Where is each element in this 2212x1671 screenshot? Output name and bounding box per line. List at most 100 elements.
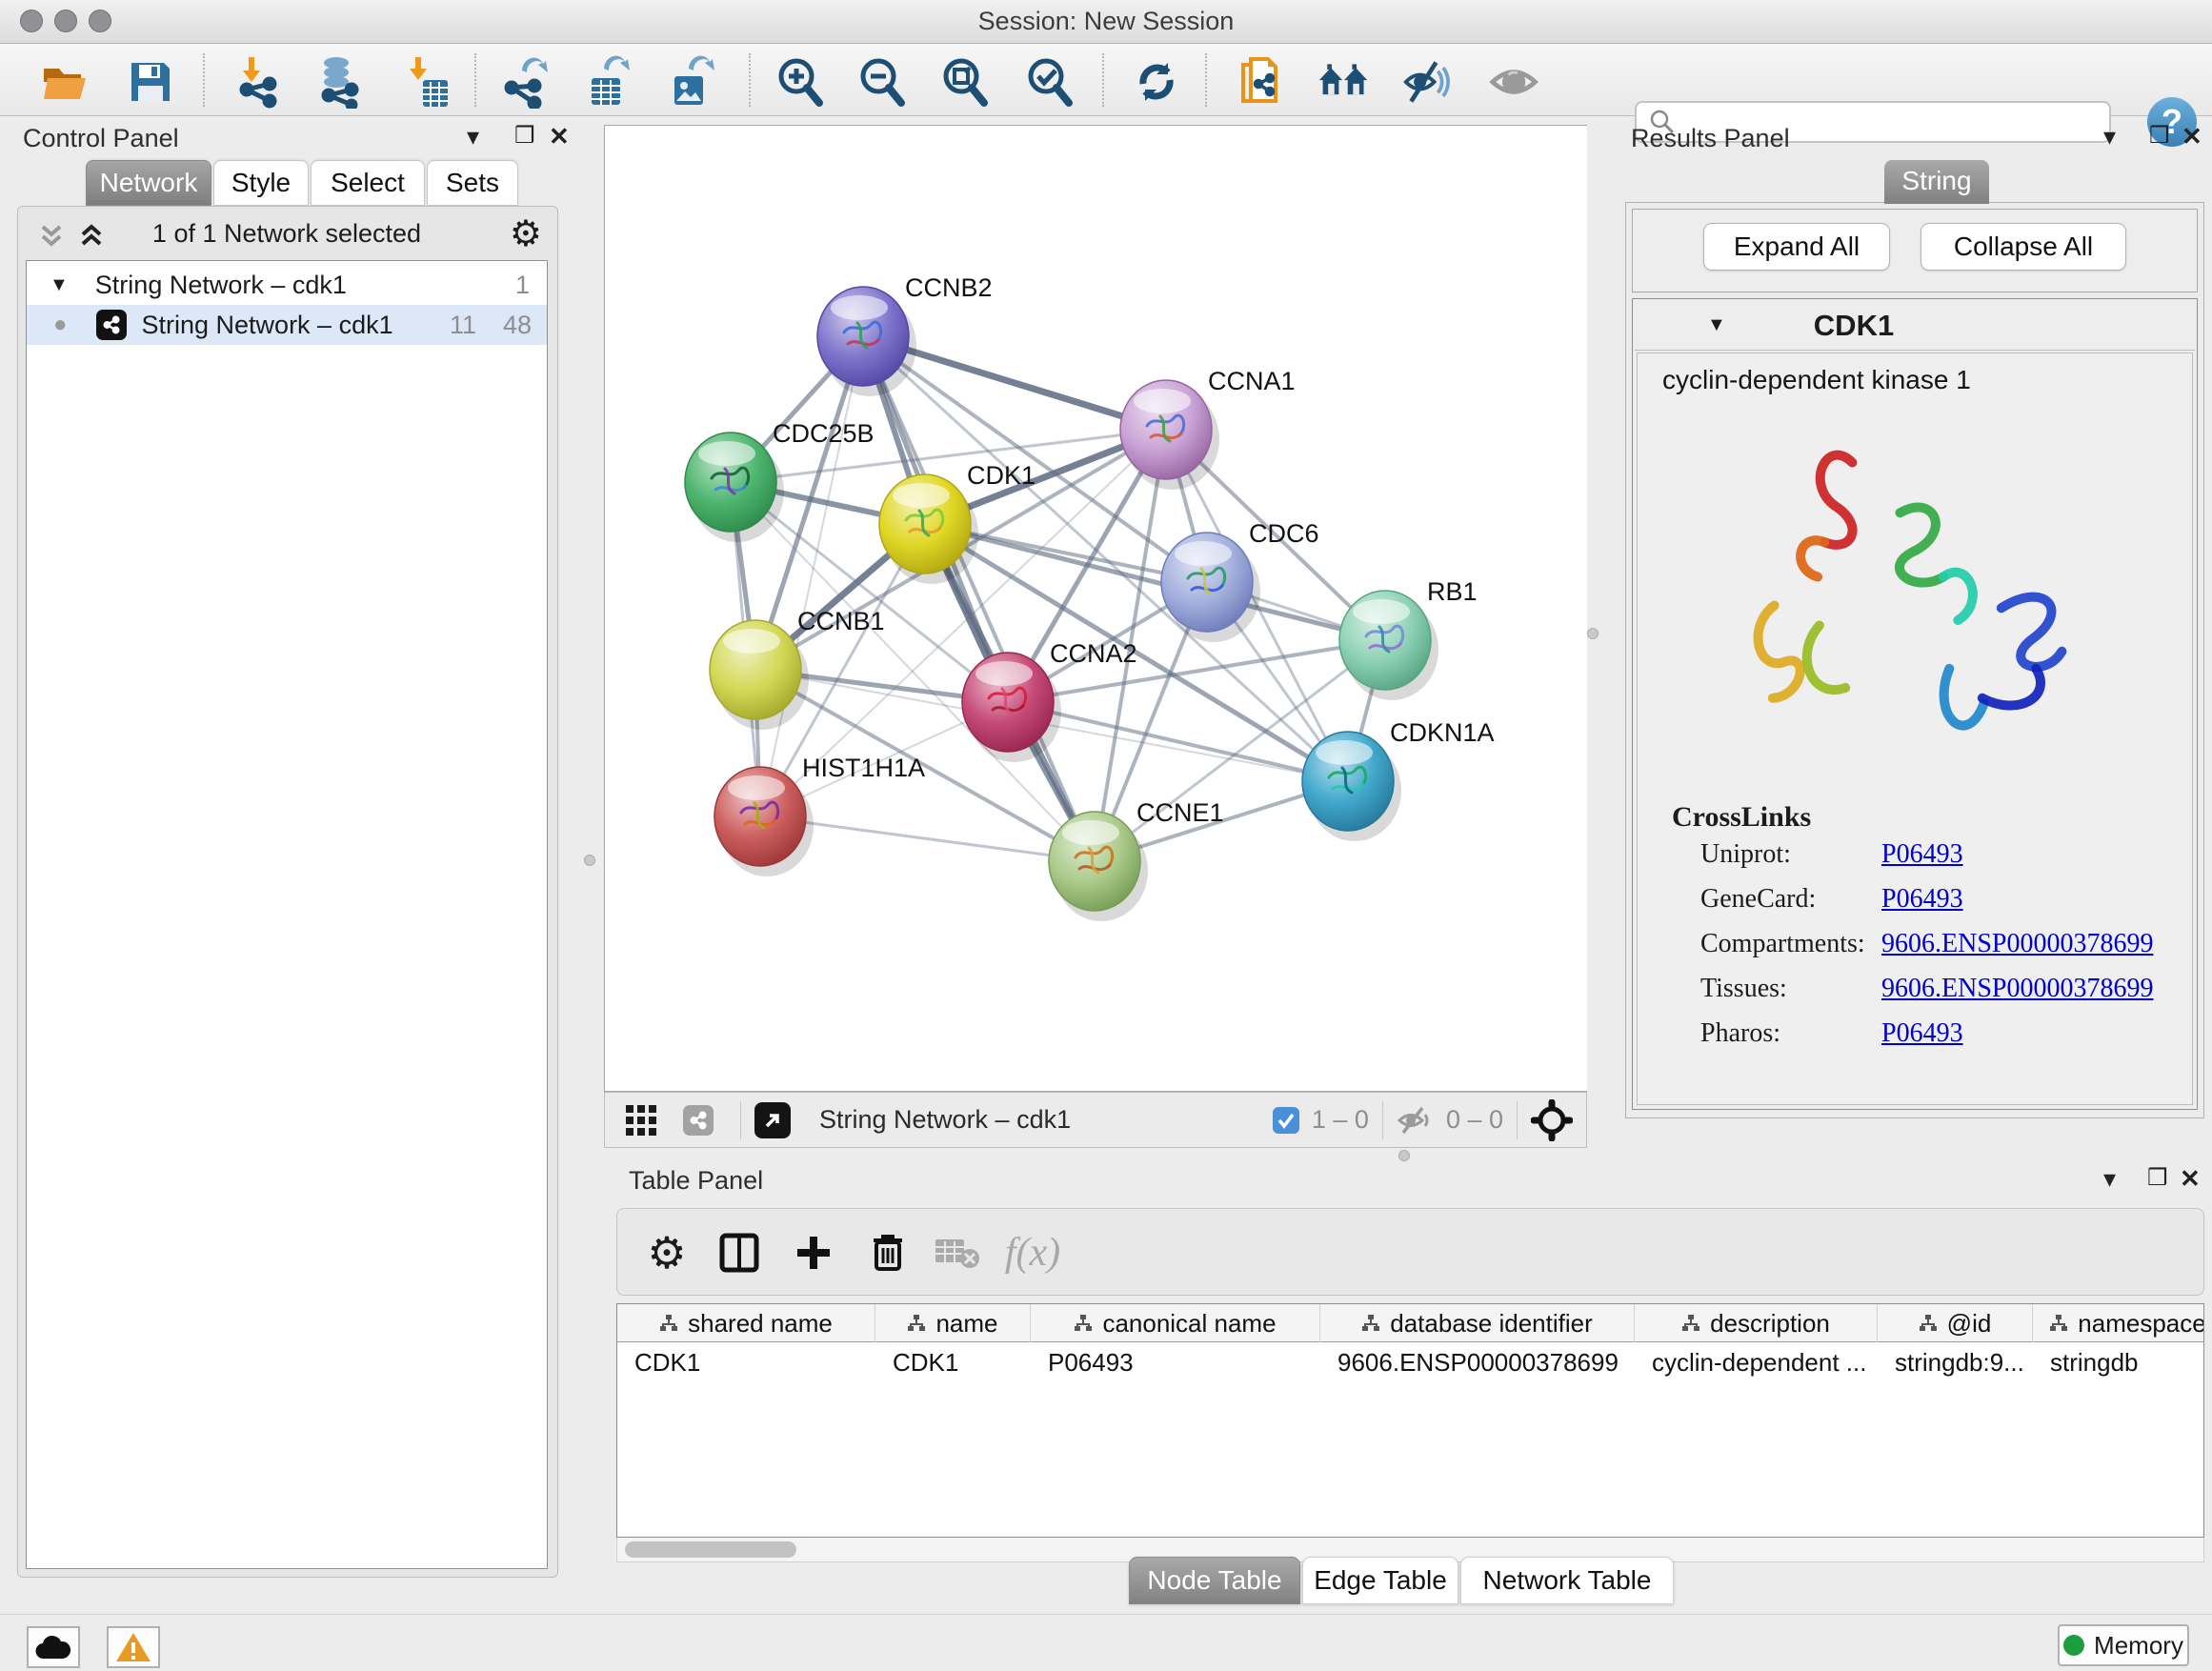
network-node-ccna2[interactable]: CCNA2 (962, 639, 1137, 762)
delete-column-icon[interactable] (859, 1209, 916, 1297)
panel-float-icon[interactable]: ❒ (514, 122, 535, 150)
tab-node-table[interactable]: Node Table (1129, 1557, 1300, 1604)
detach-view-icon[interactable] (754, 1102, 791, 1138)
tab-network-table[interactable]: Network Table (1460, 1557, 1674, 1604)
hide-unhide-icon[interactable] (1402, 55, 1456, 109)
network-node-rb1[interactable]: RB1 (1339, 577, 1478, 700)
table-cell[interactable]: CDK1 (617, 1344, 875, 1380)
crosslink-value-link[interactable]: P06493 (1881, 839, 1963, 870)
right-splitter-handle[interactable] (1587, 628, 1599, 639)
string-home-icon[interactable] (1317, 55, 1371, 109)
network-node-ccna1[interactable]: CCNA1 (1120, 367, 1296, 490)
table-panel: Table Panel ▾ ❒ ✕ ⚙ f(x) shared namename… (604, 1164, 2212, 1612)
network-node-cdc6[interactable]: CDC6 (1161, 519, 1319, 642)
panel-close-icon[interactable]: ✕ (2180, 1164, 2201, 1194)
network-node-ccne1[interactable]: CCNE1 (1049, 798, 1224, 921)
hidden-eye-icon[interactable] (1397, 1105, 1437, 1136)
table-cell[interactable]: CDK1 (875, 1344, 1031, 1380)
network-collection-row[interactable]: ▼ String Network – cdk1 1 (27, 265, 547, 305)
panel-close-icon[interactable]: ✕ (2182, 122, 2202, 151)
crosslink-value-link[interactable]: 9606.ENSP00000378699 (1881, 929, 2153, 959)
network-node-cdk1[interactable]: CDK1 (879, 461, 1036, 584)
network-node-cdc25b[interactable]: CDC25B (685, 419, 875, 542)
zoom-window-button[interactable] (89, 10, 111, 32)
delete-table-icon[interactable] (928, 1209, 985, 1297)
cloud-button[interactable] (27, 1626, 80, 1668)
panel-menu-caret[interactable]: ▾ (467, 122, 479, 151)
network-row[interactable]: ● String Network – cdk1 11 48 (27, 305, 547, 345)
gene-card-header[interactable]: ▼ CDK1 (1635, 301, 2195, 351)
crosslink-value-link[interactable]: 9606.ENSP00000378699 (1881, 974, 2153, 1004)
table-cell[interactable]: 9606.ENSP00000378699 (1320, 1344, 1635, 1380)
grid-view-icon[interactable] (624, 1103, 658, 1137)
export-network-icon[interactable] (498, 55, 552, 109)
birdseye-crosshair-icon[interactable] (1531, 1099, 1573, 1141)
import-network-icon[interactable] (231, 55, 285, 109)
tab-edge-table[interactable]: Edge Table (1302, 1557, 1458, 1604)
gear-icon[interactable]: ⚙ (510, 212, 542, 255)
import-network-database-icon[interactable] (312, 55, 365, 109)
column-header-name[interactable]: name (875, 1304, 1031, 1342)
column-header--id[interactable]: @id (1878, 1304, 2033, 1342)
table-cell[interactable]: cyclin-dependent ... (1635, 1344, 1878, 1380)
zoom-out-icon[interactable] (855, 55, 909, 109)
crosslink-value-link[interactable]: P06493 (1881, 884, 1963, 915)
network-edge[interactable] (863, 336, 1095, 861)
table-cell[interactable]: stringdb:9... (1878, 1344, 2033, 1380)
import-table-icon[interactable] (398, 55, 452, 109)
minimize-window-button[interactable] (54, 10, 77, 32)
network-canvas[interactable]: CCNB2 CCNA1 CDC25BCDK1 CDC6RB1 CCNB1 CCNA2 CDK… (604, 125, 1587, 1092)
open-session-icon[interactable] (38, 55, 91, 109)
network-node-ccnb2[interactable]: CCNB2 (817, 273, 993, 396)
panel-float-icon[interactable]: ❒ (2147, 1164, 2168, 1192)
network-view-type-icon[interactable] (683, 1105, 714, 1136)
selected-checkbox-icon[interactable] (1272, 1106, 1300, 1135)
network-node-ccnb1[interactable]: CCNB1 (710, 607, 885, 730)
collapse-all-button[interactable]: Collapse All (1920, 223, 2126, 271)
crosslink-value-link[interactable]: P06493 (1881, 1018, 1963, 1049)
panel-menu-caret[interactable]: ▾ (2103, 122, 2116, 151)
panel-menu-caret[interactable]: ▾ (2103, 1164, 2116, 1194)
column-header-canonical-name[interactable]: canonical name (1031, 1304, 1320, 1342)
show-graphics-details-icon[interactable] (1489, 55, 1542, 109)
export-image-icon[interactable] (663, 55, 716, 109)
column-header-database-identifier[interactable]: database identifier (1320, 1304, 1635, 1342)
string-network-graph[interactable]: CCNB2 CCNA1 CDC25BCDK1 CDC6RB1 CCNB1 CCNA2 CDK… (605, 126, 1586, 1091)
column-header-shared-name[interactable]: shared name (617, 1304, 875, 1342)
refresh-icon[interactable] (1130, 55, 1183, 109)
table-gear-icon[interactable]: ⚙ (638, 1209, 695, 1297)
left-splitter-handle[interactable] (584, 855, 595, 866)
export-table-icon[interactable] (580, 55, 633, 109)
tab-style[interactable]: Style (213, 160, 309, 206)
save-session-icon[interactable] (124, 55, 177, 109)
tab-select[interactable]: Select (311, 160, 425, 206)
expander-triangle-icon[interactable]: ▼ (50, 274, 69, 296)
table-cell[interactable]: stringdb (2033, 1344, 2204, 1380)
add-column-icon[interactable] (785, 1209, 842, 1297)
close-window-button[interactable] (20, 10, 43, 32)
zoom-fit-icon[interactable] (938, 55, 992, 109)
collapse-triangle-icon[interactable]: ▼ (1707, 314, 1726, 336)
network-node-cdkn1a[interactable]: CDKN1A (1302, 718, 1495, 841)
warning-button[interactable] (107, 1626, 160, 1668)
tab-network[interactable]: Network (86, 160, 211, 206)
column-header-label: database identifier (1390, 1309, 1592, 1339)
expand-all-button[interactable]: Expand All (1703, 223, 1890, 271)
memory-button[interactable]: Memory (2058, 1624, 2189, 1666)
tab-sets[interactable]: Sets (427, 160, 518, 206)
function-builder-icon[interactable]: f(x) (995, 1209, 1071, 1297)
panel-close-icon[interactable]: ✕ (549, 122, 570, 151)
panel-float-icon[interactable]: ❒ (2149, 122, 2170, 150)
column-header-namespace[interactable]: namespace (2033, 1304, 2204, 1342)
zoom-selected-icon[interactable] (1023, 55, 1076, 109)
select-columns-icon[interactable] (711, 1209, 768, 1297)
bottom-splitter-handle[interactable] (1398, 1150, 1410, 1161)
scrollbar-thumb[interactable] (625, 1541, 796, 1558)
zoom-in-icon[interactable] (774, 55, 827, 109)
column-header-description[interactable]: description (1635, 1304, 1878, 1342)
network-node-hist1h1a[interactable]: HIST1H1A (714, 754, 925, 876)
table-cell[interactable]: P06493 (1031, 1344, 1320, 1380)
node-table[interactable]: shared namenamecanonical name database id… (616, 1303, 2204, 1538)
share-document-icon[interactable] (1236, 55, 1289, 109)
tab-string[interactable]: String (1884, 160, 1989, 204)
